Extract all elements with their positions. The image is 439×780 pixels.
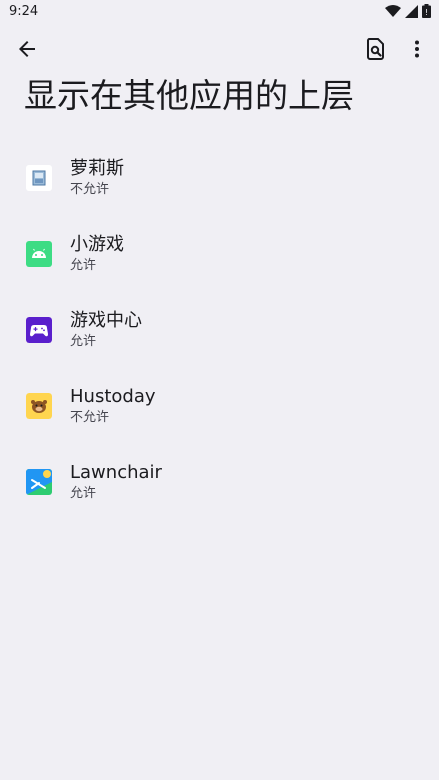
status-bar: 9:24 ! bbox=[0, 0, 439, 26]
app-item-hustoday[interactable]: Hustoday 不允许 bbox=[0, 368, 439, 444]
app-name: Lawnchair bbox=[70, 462, 162, 483]
android-icon bbox=[26, 241, 52, 267]
app-item-text: Hustoday 不允许 bbox=[70, 385, 156, 427]
permission-status: 允许 bbox=[70, 334, 97, 349]
status-time: 9:24 bbox=[9, 4, 39, 19]
app-icon-hustoday bbox=[26, 393, 52, 419]
app-name: 萝莉斯 bbox=[70, 158, 124, 179]
svg-text:!: ! bbox=[425, 8, 428, 17]
app-icon-loris bbox=[26, 165, 52, 191]
status-icons: ! bbox=[385, 4, 431, 18]
permission-status: 允许 bbox=[70, 486, 97, 501]
back-arrow-icon bbox=[17, 39, 37, 63]
signal-icon bbox=[405, 4, 418, 18]
app-bar bbox=[0, 28, 439, 74]
battery-icon: ! bbox=[422, 4, 431, 18]
app-item-text: Lawnchair 允许 bbox=[70, 461, 162, 503]
page-title: 显示在其他应用的上层 bbox=[24, 76, 354, 115]
app-item-game-center[interactable]: 游戏中心 允许 bbox=[0, 292, 439, 368]
app-item-text: 萝莉斯 不允许 bbox=[70, 157, 124, 199]
permission-status: 允许 bbox=[70, 258, 97, 273]
app-name: 游戏中心 bbox=[70, 310, 142, 331]
back-button[interactable] bbox=[7, 31, 47, 71]
gamepad-icon bbox=[26, 317, 52, 343]
app-name: 小游戏 bbox=[70, 234, 124, 255]
permission-status: 不允许 bbox=[70, 410, 110, 425]
app-item-text: 游戏中心 允许 bbox=[70, 309, 142, 351]
permission-status: 不允许 bbox=[70, 182, 110, 197]
more-options-button[interactable] bbox=[397, 31, 437, 71]
app-list: 萝莉斯 不允许 小游戏 允许 游戏中心 允许 Hustoday 不允许 Lawn… bbox=[0, 140, 439, 520]
app-item-loris[interactable]: 萝莉斯 不允许 bbox=[0, 140, 439, 216]
app-item-text: 小游戏 允许 bbox=[70, 233, 124, 275]
more-vert-icon bbox=[414, 40, 420, 62]
wifi-icon bbox=[385, 4, 401, 18]
search-in-page-button[interactable] bbox=[356, 31, 396, 71]
app-name: Hustoday bbox=[70, 386, 156, 407]
app-item-mini-game[interactable]: 小游戏 允许 bbox=[0, 216, 439, 292]
app-icon-lawnchair bbox=[26, 469, 52, 495]
search-in-page-icon bbox=[366, 38, 385, 64]
app-item-lawnchair[interactable]: Lawnchair 允许 bbox=[0, 444, 439, 520]
